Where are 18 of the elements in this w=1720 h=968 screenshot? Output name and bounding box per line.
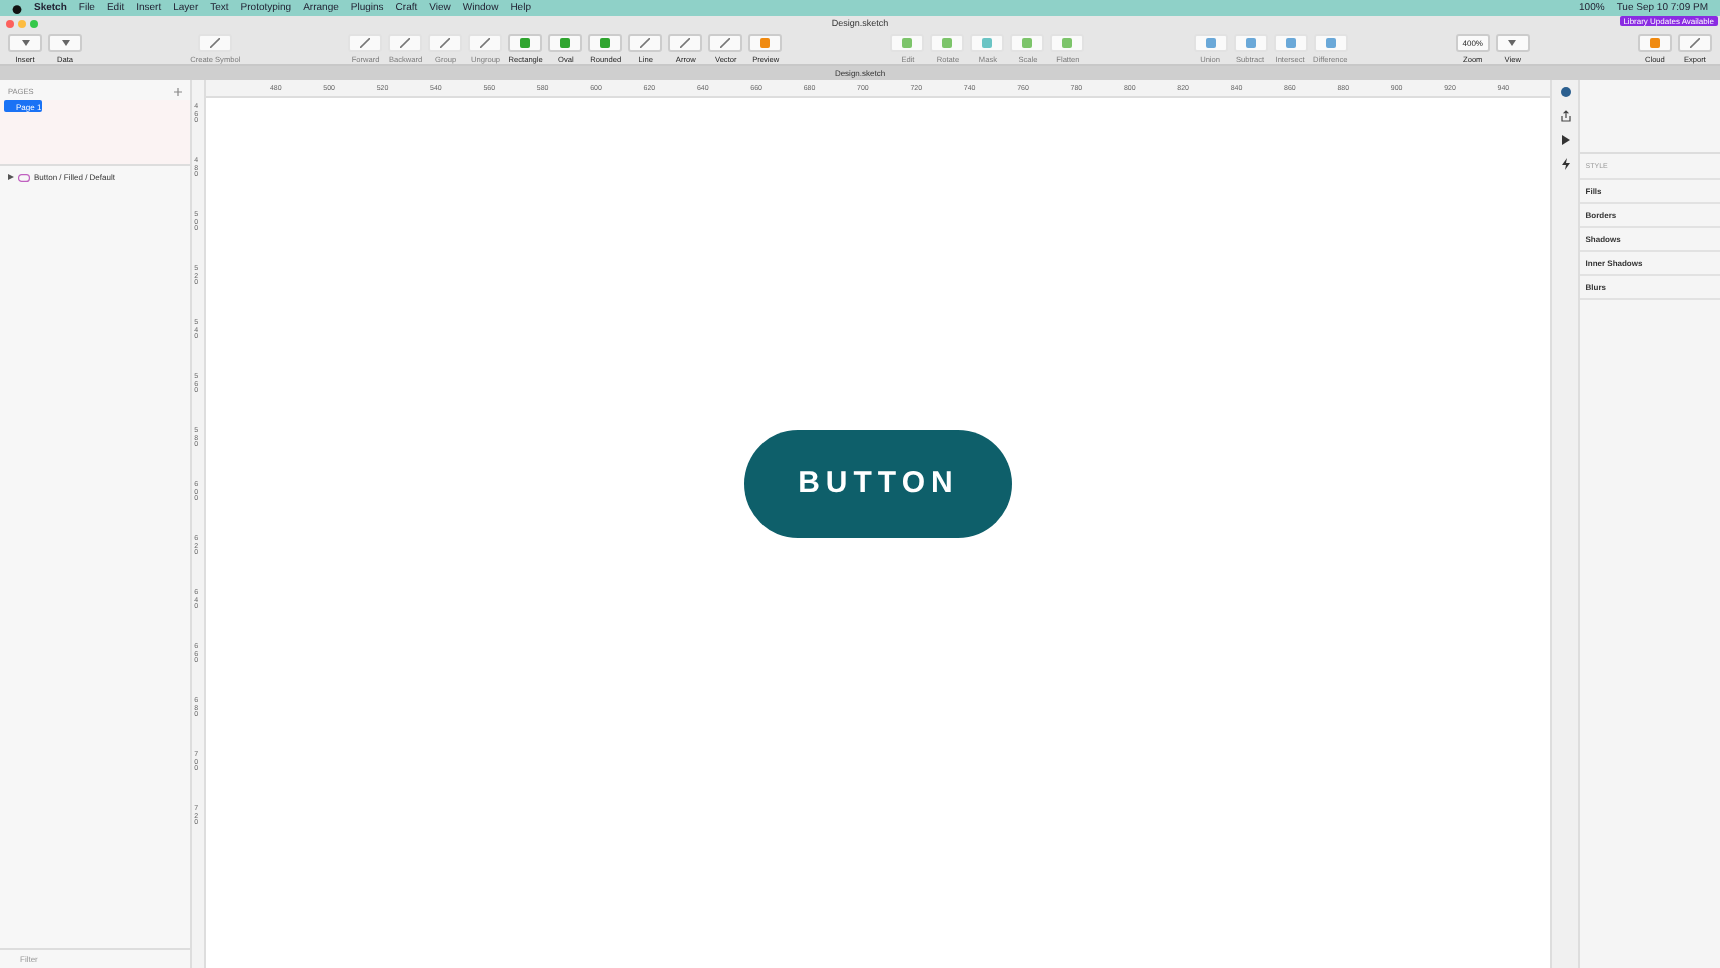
- bolt-icon[interactable]: [1559, 158, 1572, 170]
- tool-icon: [440, 38, 451, 48]
- tool-icon: [720, 38, 731, 48]
- tool-icon: [210, 38, 221, 48]
- symbol-icon: [18, 173, 30, 181]
- tool-icon: [640, 38, 651, 48]
- play-icon[interactable]: [1559, 134, 1572, 146]
- button-symbol[interactable]: BUTTON: [744, 429, 1013, 537]
- share-icon[interactable]: [1559, 110, 1572, 122]
- tool-icon: [480, 38, 491, 48]
- disclosure-icon[interactable]: [8, 174, 14, 180]
- tool-icon: [400, 38, 411, 48]
- caret-icon: [1508, 40, 1517, 46]
- tool-icon: [680, 38, 691, 48]
- caret-icon: [21, 40, 29, 46]
- tool-icon: [1689, 38, 1700, 48]
- tool-icon: [360, 38, 371, 48]
- caret-icon: [61, 40, 69, 46]
